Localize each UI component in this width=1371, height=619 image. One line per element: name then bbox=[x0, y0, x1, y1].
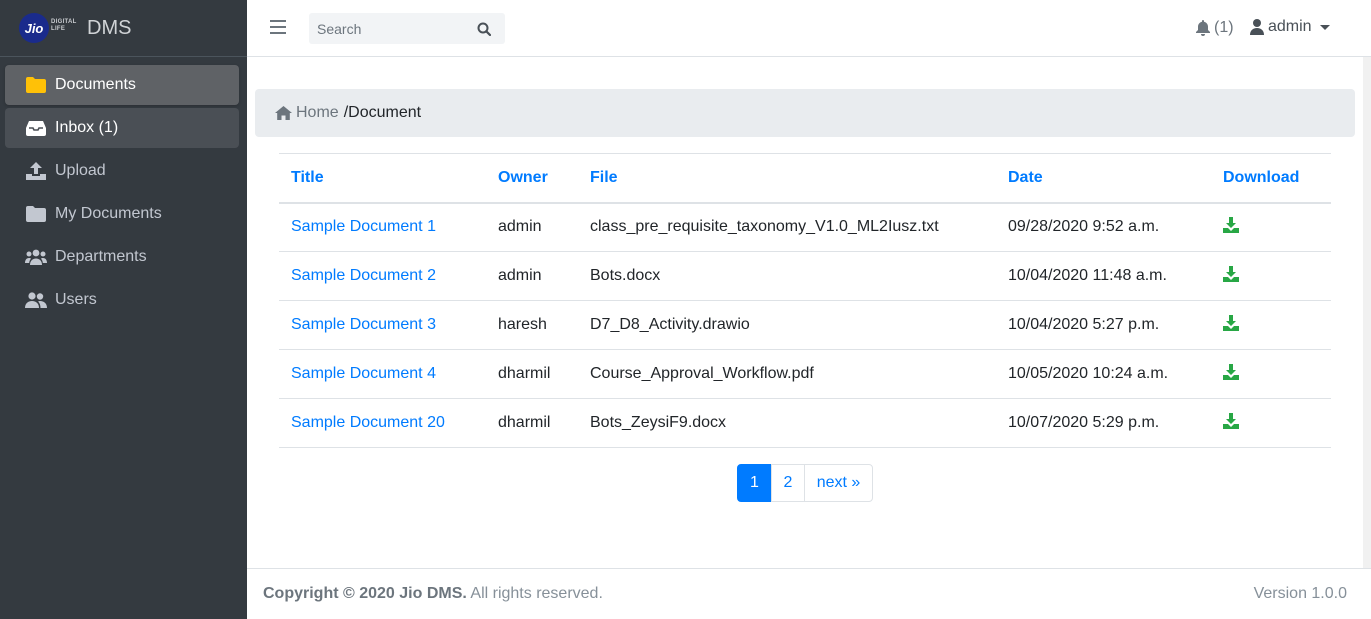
sidebar: Jio DIGITAL LIFE DMS Documents Inbox (1)… bbox=[0, 0, 247, 619]
table-row: Sample Document 2 admin Bots.docx 10/04/… bbox=[279, 251, 1331, 301]
copyright-bold: Copyright © 2020 Jio DMS. bbox=[263, 585, 467, 602]
inbox-icon bbox=[25, 119, 47, 137]
document-date: 09/28/2020 9:52 a.m. bbox=[996, 202, 1211, 252]
download-icon[interactable] bbox=[1223, 314, 1239, 331]
bell-icon bbox=[1196, 20, 1210, 36]
breadcrumb-home-link[interactable]: Home bbox=[275, 104, 339, 122]
document-date: 10/07/2020 5:29 p.m. bbox=[996, 398, 1211, 448]
brand-name: DMS bbox=[87, 16, 132, 39]
sidebar-item-upload[interactable]: Upload bbox=[5, 151, 239, 191]
document-title-link[interactable]: Sample Document 3 bbox=[291, 316, 436, 333]
search-button[interactable] bbox=[469, 13, 499, 44]
notifications-button[interactable]: (1) bbox=[1196, 19, 1234, 37]
column-header-file[interactable]: File bbox=[578, 154, 996, 203]
sidebar-item-users[interactable]: Users bbox=[5, 280, 239, 320]
sidebar-item-label: Users bbox=[55, 291, 97, 308]
footer: Copyright © 2020 Jio DMS. All rights res… bbox=[247, 568, 1371, 619]
menu-toggle-icon[interactable] bbox=[270, 20, 286, 34]
next-page-button[interactable]: next » bbox=[804, 464, 873, 502]
search-input[interactable] bbox=[309, 20, 469, 37]
document-owner: haresh bbox=[486, 300, 578, 350]
table-header-row: Title Owner File Date Download bbox=[279, 153, 1331, 203]
documents-table: Title Owner File Date Download Sample Do… bbox=[279, 153, 1331, 448]
sidebar-item-label: Inbox (1) bbox=[55, 119, 119, 136]
user-icon bbox=[1250, 19, 1264, 35]
document-title-link[interactable]: Sample Document 20 bbox=[291, 414, 445, 431]
download-icon[interactable] bbox=[1223, 265, 1239, 282]
table-row: Sample Document 1 admin class_pre_requis… bbox=[279, 202, 1331, 252]
top-navbar: (1) admin bbox=[247, 0, 1371, 57]
sidebar-item-my-documents[interactable]: My Documents bbox=[5, 194, 239, 234]
column-header-download[interactable]: Download bbox=[1211, 154, 1331, 203]
breadcrumb-home-label: Home bbox=[296, 104, 339, 121]
document-file: Course_Approval_Workflow.pdf bbox=[578, 349, 996, 399]
sidebar-nav: Documents Inbox (1) Upload My Documents … bbox=[0, 57, 247, 320]
sidebar-item-departments[interactable]: Departments bbox=[5, 237, 239, 277]
breadcrumb: Home /Document bbox=[255, 89, 1355, 137]
version-label: Version 1.0.0 bbox=[1253, 585, 1347, 602]
search-icon bbox=[477, 22, 491, 36]
home-icon bbox=[275, 106, 292, 120]
sidebar-item-label: Departments bbox=[55, 248, 147, 265]
document-owner: dharmil bbox=[486, 398, 578, 448]
chevron-down-icon bbox=[1319, 24, 1330, 30]
users-group-icon bbox=[25, 248, 47, 266]
sidebar-item-inbox[interactable]: Inbox (1) bbox=[5, 108, 239, 148]
column-header-owner[interactable]: Owner bbox=[486, 154, 578, 203]
document-title-link[interactable]: Sample Document 1 bbox=[291, 218, 436, 235]
column-header-title[interactable]: Title bbox=[279, 154, 486, 203]
column-header-date[interactable]: Date bbox=[996, 154, 1211, 203]
page-1-button[interactable]: 1 bbox=[737, 464, 772, 502]
logo-circle: Jio bbox=[19, 13, 49, 43]
table-row: Sample Document 3 haresh D7_D8_Activity.… bbox=[279, 300, 1331, 350]
page-2-button[interactable]: 2 bbox=[771, 464, 805, 502]
download-icon[interactable] bbox=[1223, 216, 1239, 233]
logo-tagline: DIGITAL LIFE bbox=[51, 19, 77, 33]
notification-count: (1) bbox=[1214, 19, 1234, 36]
breadcrumb-current: /Document bbox=[343, 104, 422, 121]
document-date: 10/04/2020 5:27 p.m. bbox=[996, 300, 1211, 350]
document-date: 10/05/2020 10:24 a.m. bbox=[996, 349, 1211, 399]
document-file: D7_D8_Activity.drawio bbox=[578, 300, 996, 350]
document-title-link[interactable]: Sample Document 4 bbox=[291, 365, 436, 382]
table-row: Sample Document 20 dharmil Bots_ZeysiF9.… bbox=[279, 398, 1331, 448]
sidebar-item-label: Upload bbox=[55, 162, 106, 179]
logo-tag-line-1: DIGITAL bbox=[51, 19, 77, 25]
copyright: Copyright © 2020 Jio DMS. All rights res… bbox=[263, 585, 603, 603]
logo-tag-line-2: LIFE bbox=[51, 26, 66, 32]
pagination: 1 2 next » bbox=[737, 464, 873, 502]
document-owner: admin bbox=[486, 202, 578, 252]
user-menu-dropdown[interactable]: admin bbox=[1250, 18, 1330, 36]
sidebar-item-documents[interactable]: Documents bbox=[5, 65, 239, 105]
document-file: class_pre_requisite_taxonomy_V1.0_ML2Ius… bbox=[578, 202, 996, 252]
document-file: Bots_ZeysiF9.docx bbox=[578, 398, 996, 448]
document-owner: dharmil bbox=[486, 349, 578, 399]
document-date: 10/04/2020 11:48 a.m. bbox=[996, 251, 1211, 301]
download-icon[interactable] bbox=[1223, 412, 1239, 429]
upload-icon bbox=[25, 162, 47, 180]
document-owner: admin bbox=[486, 251, 578, 301]
download-icon[interactable] bbox=[1223, 363, 1239, 380]
jio-logo: Jio DIGITAL LIFE bbox=[19, 13, 79, 43]
table-row: Sample Document 4 dharmil Course_Approva… bbox=[279, 349, 1331, 399]
sidebar-item-label: Documents bbox=[55, 76, 136, 93]
document-title-link[interactable]: Sample Document 2 bbox=[291, 267, 436, 284]
document-file: Bots.docx bbox=[578, 251, 996, 301]
user-name: admin bbox=[1268, 18, 1312, 35]
search-form bbox=[309, 13, 505, 44]
brand-link[interactable]: Jio DIGITAL LIFE DMS bbox=[0, 0, 247, 57]
main-content: Home /Document Title Owner File Date Dow… bbox=[247, 57, 1371, 568]
folder-icon bbox=[25, 205, 47, 223]
sidebar-item-label: My Documents bbox=[55, 205, 162, 222]
copyright-rest: All rights reserved. bbox=[466, 585, 603, 602]
users-icon bbox=[25, 291, 47, 309]
scrollbar[interactable] bbox=[1363, 57, 1371, 568]
folder-icon bbox=[25, 76, 47, 94]
